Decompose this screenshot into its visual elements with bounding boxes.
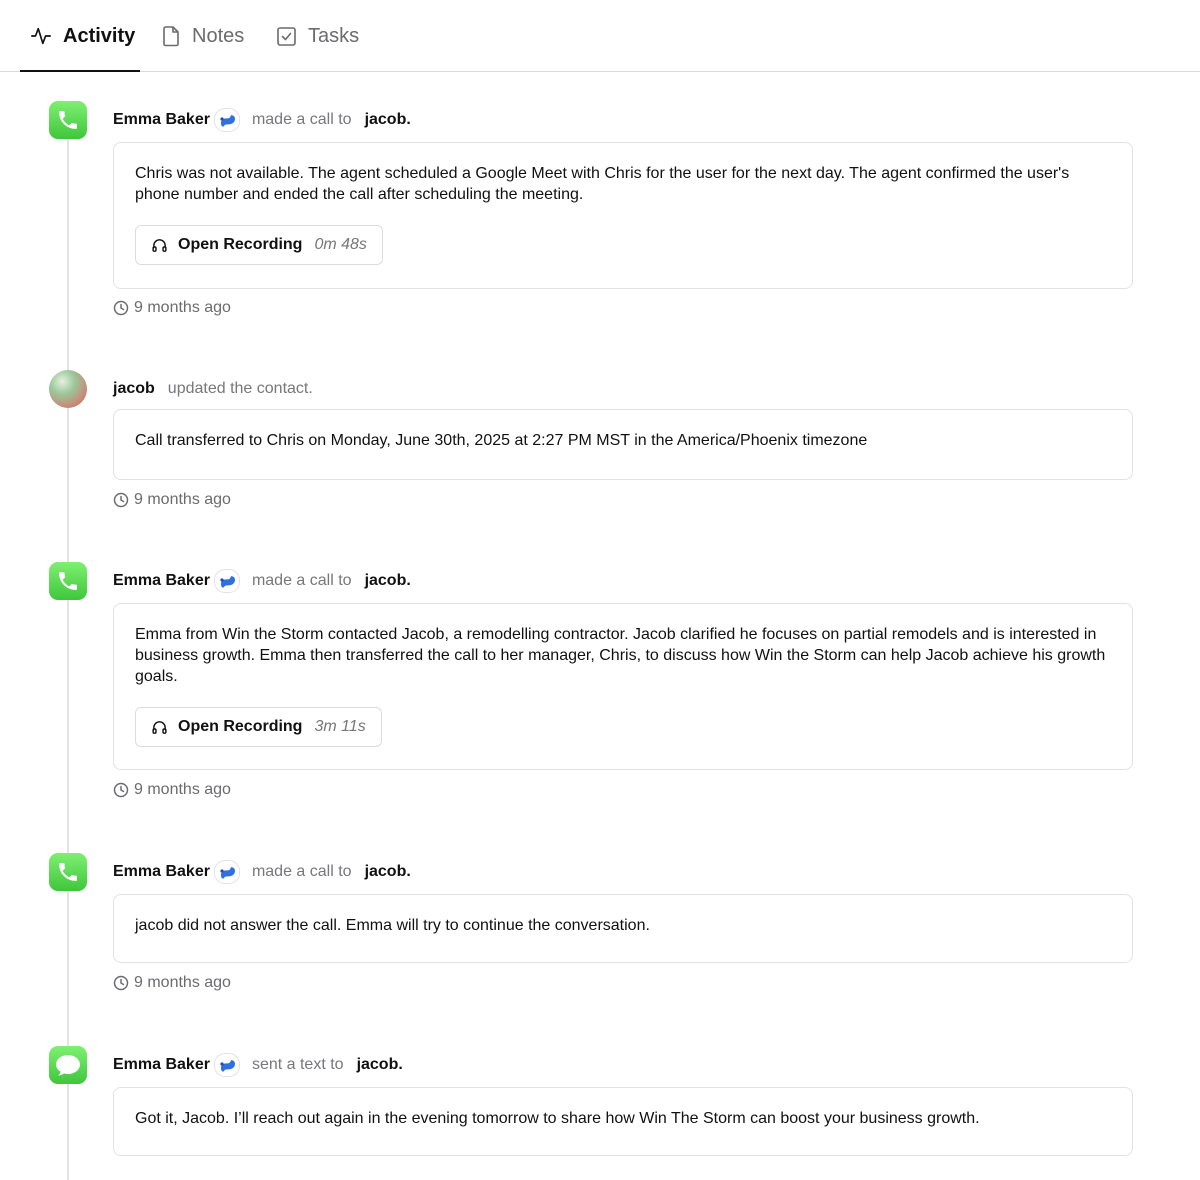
phone-call-icon	[49, 853, 87, 891]
phone-call-icon	[49, 562, 87, 600]
clock-icon	[113, 492, 129, 508]
tab-activity[interactable]: Activity	[30, 0, 135, 72]
action-text: sent a text to	[251, 1056, 344, 1073]
recording-duration: 0m 48s	[314, 236, 367, 253]
recording-label: Open Recording	[178, 718, 303, 735]
target-contact[interactable]: jacob.	[365, 863, 411, 881]
call-summary: Chris was not available. The agent sched…	[135, 165, 1070, 203]
timestamp-text: 9 months ago	[134, 781, 231, 798]
ai-agent-badge-icon	[213, 1053, 240, 1077]
action-text: made a call to	[251, 863, 352, 880]
clock-icon	[113, 975, 129, 991]
clock-icon	[113, 300, 129, 316]
text-message-body: Got it, Jacob. I’ll reach out again in t…	[135, 1110, 980, 1127]
activity-card: Chris was not available. The agent sched…	[113, 142, 1133, 289]
open-recording-button[interactable]: Open Recording 3m 11s	[135, 707, 382, 747]
activity-timestamp: 9 months ago	[113, 299, 231, 317]
target-contact[interactable]: jacob.	[357, 1056, 403, 1074]
headphones-icon	[152, 238, 167, 252]
action-text: made a call to	[251, 572, 352, 589]
active-tab-indicator	[20, 70, 140, 72]
tab-bar: Activity Notes Tasks	[0, 0, 1200, 72]
activity-header: jacob updated the contact.	[113, 370, 326, 408]
activity-header: Emma Baker made a call to jacob.	[113, 562, 411, 600]
ai-agent-badge-icon	[213, 860, 240, 884]
tab-label: Activity	[63, 24, 136, 47]
ai-agent-badge-icon	[213, 569, 240, 593]
actor-name[interactable]: Emma Baker	[113, 572, 210, 590]
tab-label: Tasks	[308, 24, 360, 47]
recording-label: Open Recording	[178, 236, 303, 253]
call-summary: Emma from Win the Storm contacted Jacob,…	[135, 626, 1106, 685]
action-text: made a call to	[251, 111, 352, 128]
avatar	[49, 370, 87, 408]
action-text: updated the contact.	[167, 380, 313, 397]
call-summary: jacob did not answer the call. Emma will…	[135, 917, 650, 934]
tab-tasks[interactable]: Tasks	[276, 0, 359, 72]
actor-name[interactable]: Emma Baker	[113, 1056, 210, 1074]
timeline-line	[67, 120, 69, 1180]
activity-header: Emma Baker sent a text to jacob.	[113, 1046, 403, 1084]
open-recording-button[interactable]: Open Recording 0m 48s	[135, 225, 383, 265]
activity-header: Emma Baker made a call to jacob.	[113, 101, 411, 139]
tab-notes[interactable]: Notes	[161, 0, 244, 72]
clock-icon	[113, 782, 129, 798]
activity-timestamp: 9 months ago	[113, 491, 231, 509]
actor-name[interactable]: jacob	[113, 380, 155, 398]
actor-name[interactable]: Emma Baker	[113, 111, 210, 129]
actor-name[interactable]: Emma Baker	[113, 863, 210, 881]
target-contact[interactable]: jacob.	[365, 111, 411, 129]
timestamp-text: 9 months ago	[134, 974, 231, 991]
activity-icon	[31, 27, 51, 45]
activity-card: jacob did not answer the call. Emma will…	[113, 894, 1133, 963]
timestamp-text: 9 months ago	[134, 491, 231, 508]
activity-card: Got it, Jacob. I’ll reach out again in t…	[113, 1087, 1133, 1156]
phone-call-icon	[49, 101, 87, 139]
update-description: Call transferred to Chris on Monday, Jun…	[135, 432, 868, 449]
tab-label: Notes	[192, 24, 245, 47]
activity-card: Emma from Win the Storm contacted Jacob,…	[113, 603, 1133, 770]
task-checkbox-icon	[277, 26, 296, 46]
recording-duration: 3m 11s	[314, 718, 366, 735]
target-contact[interactable]: jacob.	[365, 572, 411, 590]
activity-card: Call transferred to Chris on Monday, Jun…	[113, 409, 1133, 480]
timestamp-text: 9 months ago	[134, 299, 231, 316]
activity-header: Emma Baker made a call to jacob.	[113, 853, 411, 891]
headphones-icon	[152, 720, 167, 734]
ai-agent-badge-icon	[213, 108, 240, 132]
activity-timestamp: 9 months ago	[113, 974, 231, 992]
activity-timestamp: 9 months ago	[113, 781, 231, 799]
note-icon	[163, 26, 179, 47]
message-bubble-icon	[49, 1046, 87, 1084]
